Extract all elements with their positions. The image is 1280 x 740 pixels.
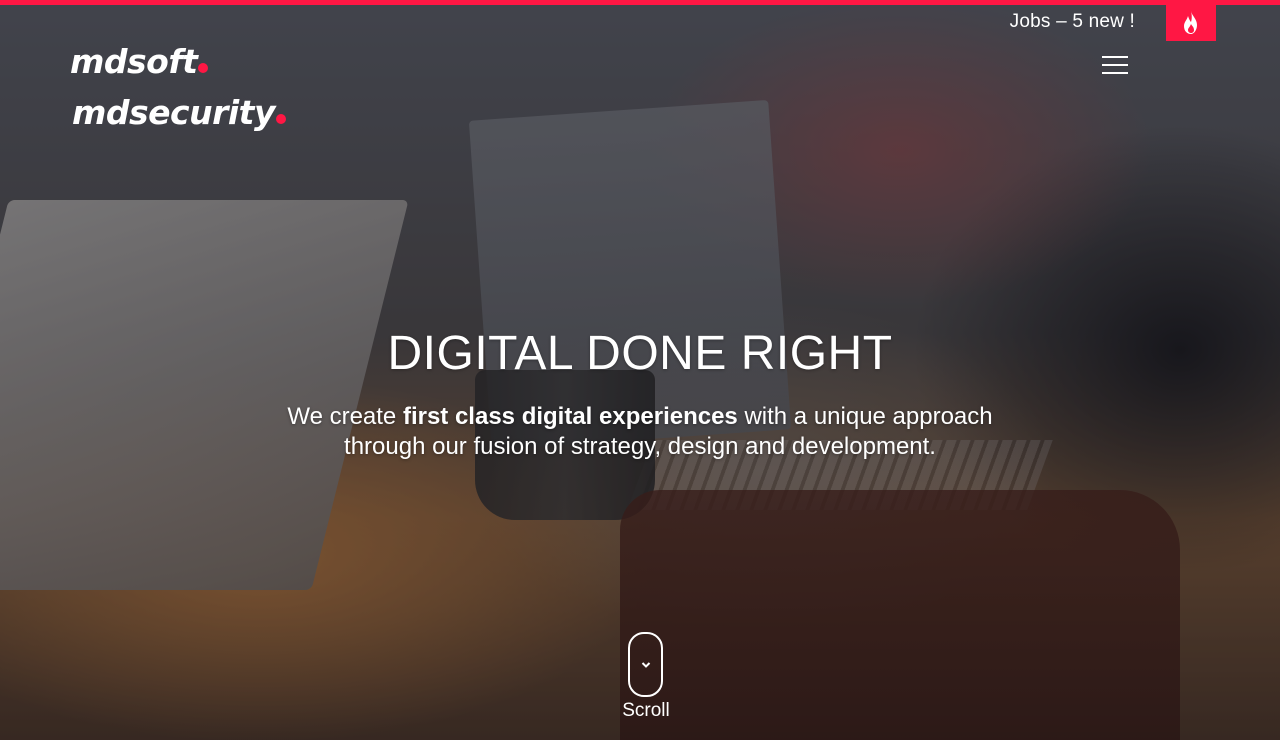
jobs-fire-button[interactable] [1166,5,1216,41]
hero-subtitle-line2: through our fusion of strategy, design a… [344,433,936,460]
jobs-link[interactable]: Jobs – 5 new ! [1010,11,1135,33]
mdsoft-logo[interactable]: mdsoft [70,42,209,81]
hamburger-menu-icon [1102,56,1128,58]
mdsecurity-logo[interactable]: mdsecurity [72,93,286,132]
top-accent-bar [0,0,1280,5]
logo-dot [275,114,286,124]
logo-dot [198,63,209,73]
hero-subtitle-post: with a unique approach [737,403,993,430]
hero-subtitle-bold: first class digital experiences [402,403,738,430]
hamburger-menu-button[interactable] [1100,54,1130,76]
hero-subtitle-pre: We create [287,403,403,430]
mdsoft-logo-text: mdsoft [70,42,198,81]
hamburger-menu-icon-line [1102,72,1128,74]
fire-icon [1184,11,1197,34]
scroll-down-button[interactable] [628,632,663,697]
hero-subtitle: We create first class digital experience… [0,402,1280,462]
hamburger-menu-icon-line [1102,64,1128,66]
scroll-label: Scroll [622,700,670,721]
hero-title: DIGITAL DONE RIGHT [387,327,893,380]
chevron-down-icon [630,656,661,674]
mdsecurity-logo-text: mdsecurity [72,93,275,132]
